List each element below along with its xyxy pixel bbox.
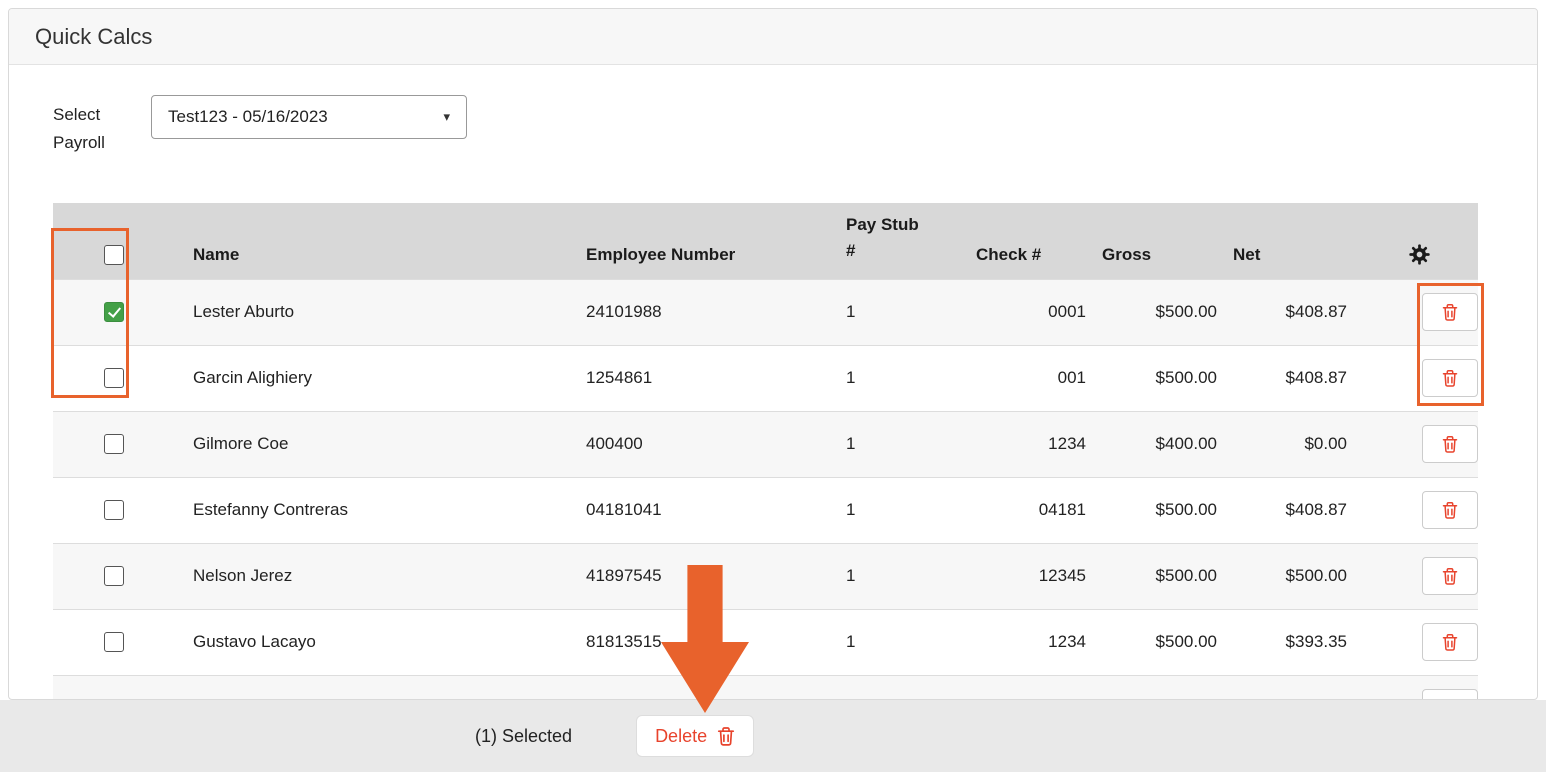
column-header-employee-number: Employee Number [578, 203, 838, 279]
table-row: 1 1234 $0.00 $0.00 [53, 675, 1478, 700]
cell-name: Garcin Alighiery [185, 345, 578, 411]
column-header-pay-stub: Pay Stub # [838, 203, 968, 279]
table-row: Gilmore Coe 400400 1 1234 $400.00 $0.00 [53, 411, 1478, 477]
cell-check: 04181 [968, 477, 1094, 543]
cell-pay-stub: 1 [838, 477, 968, 543]
payroll-dropdown-value: Test123 - 05/16/2023 [168, 107, 328, 127]
cell-gross: $400.00 [1094, 411, 1225, 477]
row-delete-button[interactable] [1422, 623, 1478, 661]
cell-check: 1234 [968, 675, 1094, 700]
cell-net: $0.00 [1225, 411, 1355, 477]
cell-name [185, 675, 578, 700]
select-all-checkbox[interactable] [104, 245, 124, 265]
cell-check: 0001 [968, 279, 1094, 345]
cell-pay-stub: 1 [838, 411, 968, 477]
row-checkbox[interactable] [104, 500, 124, 520]
page-title: Quick Calcs [35, 24, 152, 50]
cell-check: 001 [968, 345, 1094, 411]
cell-name: Gilmore Coe [185, 411, 578, 477]
caret-down-icon: ▾ [443, 109, 450, 125]
row-delete-button[interactable] [1422, 491, 1478, 529]
cell-gross: $500.00 [1094, 345, 1225, 411]
card-header: Quick Calcs [9, 9, 1537, 65]
table-row: Lester Aburto 24101988 1 0001 $500.00 $4… [53, 279, 1478, 345]
cell-name: Lester Aburto [185, 279, 578, 345]
settings-gear-icon[interactable] [1409, 244, 1430, 265]
payroll-selector-row: Select Payroll Test123 - 05/16/2023 ▾ [53, 95, 1537, 157]
cell-employee-number: 400400 [578, 411, 838, 477]
cell-net: $393.35 [1225, 609, 1355, 675]
card-body: Select Payroll Test123 - 05/16/2023 ▾ Na… [9, 65, 1537, 700]
cell-pay-stub: 1 [838, 609, 968, 675]
table-header-row: Name Employee Number Pay Stub # Check # … [53, 203, 1478, 279]
cell-check: 1234 [968, 411, 1094, 477]
table-row: Nelson Jerez 41897545 1 12345 $500.00 $5… [53, 543, 1478, 609]
cell-pay-stub: 1 [838, 543, 968, 609]
cell-pay-stub: 1 [838, 345, 968, 411]
cell-name: Nelson Jerez [185, 543, 578, 609]
footer-action-bar: (1) Selected Delete [0, 700, 1546, 772]
selected-count: (1) Selected [475, 726, 572, 747]
trash-icon [1442, 369, 1458, 387]
delete-button[interactable]: Delete [636, 715, 754, 757]
trash-icon [1442, 567, 1458, 585]
cell-net: $500.00 [1225, 543, 1355, 609]
cell-employee-number: 41897545 [578, 543, 838, 609]
row-checkbox[interactable] [104, 632, 124, 652]
cell-net: $408.87 [1225, 345, 1355, 411]
cell-employee-number [578, 675, 838, 700]
trash-icon [1442, 501, 1458, 519]
trash-icon [1442, 633, 1458, 651]
payroll-dropdown[interactable]: Test123 - 05/16/2023 ▾ [151, 95, 467, 139]
column-header-gross: Gross [1094, 203, 1225, 279]
trash-icon [717, 726, 735, 746]
row-delete-button[interactable] [1422, 359, 1478, 397]
cell-net: $408.87 [1225, 477, 1355, 543]
row-checkbox[interactable] [104, 302, 124, 322]
quick-calcs-table: Name Employee Number Pay Stub # Check # … [53, 203, 1478, 700]
trash-icon [1442, 435, 1458, 453]
column-header-name: Name [185, 203, 578, 279]
table-row: Estefanny Contreras 04181041 1 04181 $50… [53, 477, 1478, 543]
cell-gross: $500.00 [1094, 609, 1225, 675]
quick-calcs-page: Quick Calcs Select Payroll Test123 - 05/… [0, 0, 1546, 780]
cell-check: 12345 [968, 543, 1094, 609]
quick-calcs-card: Quick Calcs Select Payroll Test123 - 05/… [8, 8, 1538, 700]
cell-pay-stub: 1 [838, 675, 968, 700]
table-row: Gustavo Lacayo 81813515 1 1234 $500.00 $… [53, 609, 1478, 675]
row-delete-button[interactable] [1422, 557, 1478, 595]
cell-employee-number: 24101988 [578, 279, 838, 345]
delete-button-label: Delete [655, 726, 707, 747]
cell-name: Gustavo Lacayo [185, 609, 578, 675]
select-payroll-label: Select Payroll [53, 95, 151, 157]
cell-employee-number: 1254861 [578, 345, 838, 411]
cell-gross: $0.00 [1094, 675, 1225, 700]
row-delete-button[interactable] [1422, 425, 1478, 463]
cell-name: Estefanny Contreras [185, 477, 578, 543]
cell-employee-number: 04181041 [578, 477, 838, 543]
column-header-check: Check # [968, 203, 1094, 279]
trash-icon [1442, 303, 1458, 321]
row-delete-button[interactable] [1422, 293, 1478, 331]
cell-pay-stub: 1 [838, 279, 968, 345]
row-checkbox[interactable] [104, 368, 124, 388]
cell-check: 1234 [968, 609, 1094, 675]
cell-net: $408.87 [1225, 279, 1355, 345]
cell-gross: $500.00 [1094, 477, 1225, 543]
table-row: Garcin Alighiery 1254861 1 001 $500.00 $… [53, 345, 1478, 411]
cell-gross: $500.00 [1094, 279, 1225, 345]
column-header-net: Net [1225, 203, 1355, 279]
cell-net: $0.00 [1225, 675, 1355, 700]
cell-employee-number: 81813515 [578, 609, 838, 675]
cell-gross: $500.00 [1094, 543, 1225, 609]
row-checkbox[interactable] [104, 434, 124, 454]
row-checkbox[interactable] [104, 566, 124, 586]
row-delete-button[interactable] [1422, 689, 1478, 700]
